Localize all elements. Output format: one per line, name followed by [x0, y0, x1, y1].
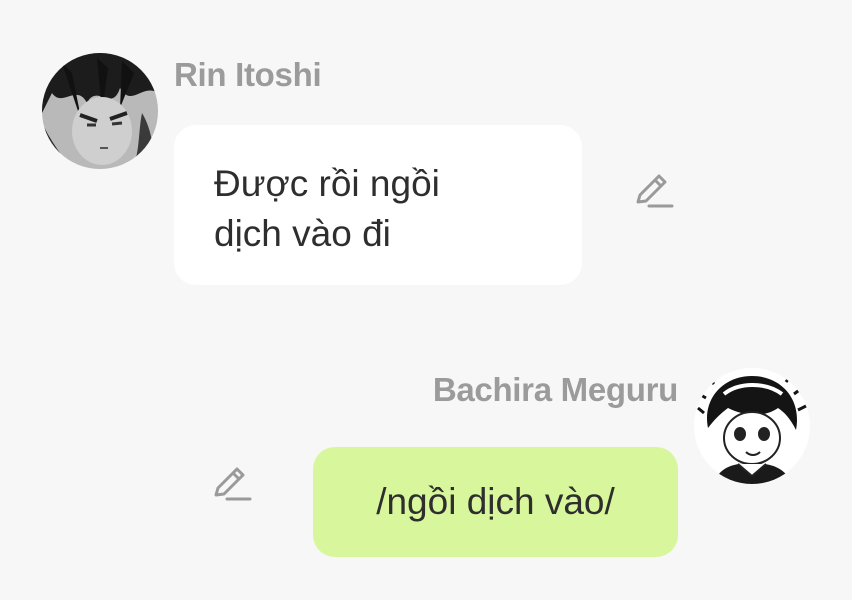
pencil-edit-icon [636, 174, 674, 208]
sender-name-rin: Rin Itoshi [174, 56, 322, 93]
message-line: Được rồi ngồi [214, 163, 440, 204]
pencil-edit-icon [214, 467, 252, 501]
message-bubble-rin[interactable]: Được rồi ngồi dịch vào đi [174, 125, 582, 285]
sender-name-bachira: Bachira Meguru [432, 371, 678, 408]
message-bubble-bachira[interactable]: /ngồi dịch vào/ [313, 447, 678, 557]
edit-message-button[interactable] [210, 463, 254, 507]
edit-message-button[interactable] [632, 170, 676, 214]
rin-avatar[interactable] [42, 53, 158, 169]
message-text: /ngồi dịch vào/ [376, 481, 615, 522]
bachira-avatar[interactable] [694, 368, 810, 484]
bachira-avatar-image [694, 368, 810, 484]
message-line: dịch vào đi [214, 213, 391, 254]
rin-avatar-image [42, 53, 158, 169]
